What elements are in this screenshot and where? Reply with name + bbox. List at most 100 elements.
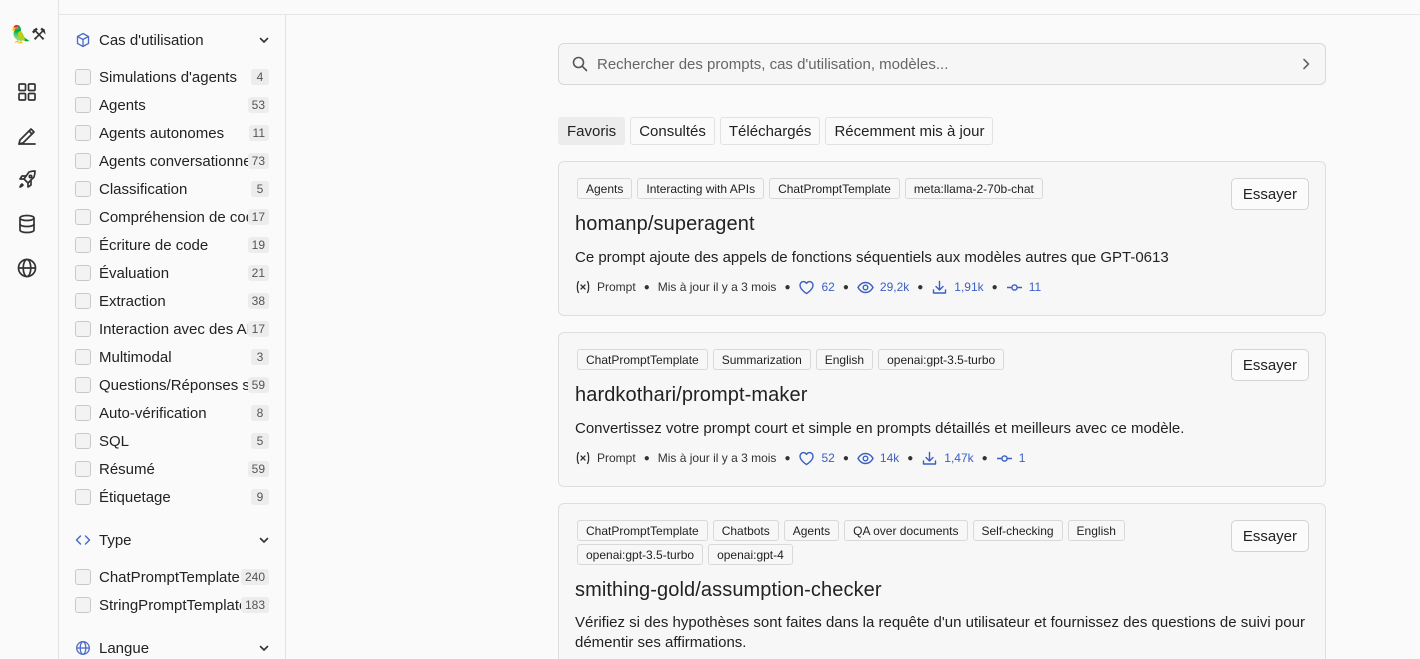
filter-code-understanding[interactable]: Compréhension de code 17 [75,206,269,228]
tag[interactable]: English [815,349,874,370]
checkbox[interactable] [75,377,91,393]
prompt-card[interactable]: ChatPromptTemplate Chatbots Agents QA ov… [558,503,1326,659]
card-title[interactable]: homanp/superagent [575,213,755,236]
forks-count: 11 [1028,280,1042,294]
chevron-down-icon[interactable] [257,533,271,547]
search-input[interactable] [597,55,1297,73]
try-button[interactable]: Essayer [1230,520,1309,552]
prompt-card[interactable]: ChatPromptTemplate Summarization English… [558,332,1326,487]
separator: ● [842,281,849,293]
filter-conversational-agents[interactable]: Agents conversationnels 73 [75,150,269,172]
card-title[interactable]: hardkothari/prompt-maker [575,384,808,407]
filter-count: 59 [247,461,269,477]
chevron-down-icon[interactable] [257,33,271,47]
filter-evaluation[interactable]: Évaluation 21 [75,262,269,284]
prompt-card[interactable]: Agents Interacting with APIs ChatPromptT… [558,161,1326,316]
checkbox[interactable] [75,597,91,613]
card-title[interactable]: smithing-gold/assumption-checker [575,579,882,602]
try-button[interactable]: Essayer [1230,178,1309,210]
filter-sql[interactable]: SQL 5 [75,430,269,452]
checkbox[interactable] [75,489,91,505]
grid-icon[interactable] [15,80,39,104]
tag[interactable]: meta:llama-2-70b-chat [904,178,1043,199]
filter-self-checking[interactable]: Auto-vérification 8 [75,402,269,424]
checkbox[interactable] [75,125,91,141]
tag[interactable]: Self-checking [972,520,1063,541]
checkbox[interactable] [75,569,91,585]
tag[interactable]: Agents [783,520,840,541]
prompt-kind: Prompt [597,280,636,294]
try-button[interactable]: Essayer [1230,349,1309,381]
filter-document-qa[interactable]: Questions/Réponses sur documents59 [75,374,269,396]
heart-icon[interactable] [798,279,815,296]
globe-icon[interactable] [15,256,39,280]
tag[interactable]: English [1067,520,1125,541]
tag[interactable]: Interacting with APIs [637,178,765,199]
filter-label: Écriture de code [99,236,209,254]
checkbox[interactable] [75,293,91,309]
checkbox[interactable] [75,405,91,421]
tag[interactable]: ChatPromptTemplate [577,520,708,541]
checkbox[interactable] [75,181,91,197]
tab-recently-updated[interactable]: Récemment mis à jour [825,117,994,145]
filter-agents[interactable]: Agents 53 [75,94,269,116]
tag[interactable]: ChatPromptTemplate [769,178,900,199]
checkbox[interactable] [75,153,91,169]
filter-code-writing[interactable]: Écriture de code 19 [75,234,269,256]
filter-multimodal[interactable]: Multimodal 3 [75,346,269,368]
filter-count: 38 [247,293,269,309]
tag[interactable]: QA over documents [844,520,968,541]
filter-tagging[interactable]: Étiquetage 9 [75,486,269,508]
checkbox[interactable] [75,97,91,113]
pencil-icon[interactable] [15,124,39,148]
checkbox[interactable] [75,461,91,477]
filter-count: 21 [247,265,269,281]
download-icon [931,279,948,296]
filter-classification[interactable]: Classification 5 [75,178,269,200]
filter-count: 3 [251,349,269,365]
checkbox[interactable] [75,433,91,449]
tag[interactable]: Chatbots [712,520,779,541]
tag[interactable]: openai:gpt-3.5-turbo [577,544,704,565]
filter-label: Évaluation [99,264,170,282]
filter-extraction[interactable]: Extraction 38 [75,290,269,312]
tag[interactable]: Agents [577,178,633,199]
heart-icon[interactable] [798,450,815,467]
chevron-down-icon[interactable] [257,641,271,655]
sort-tabs: Favoris Consultés Téléchargés Récemment … [558,117,994,145]
variable-icon [575,450,591,466]
checkbox[interactable] [75,265,91,281]
filter-label: SQL [99,432,130,450]
checkbox[interactable] [75,349,91,365]
tag[interactable]: openai:gpt-3.5-turbo [878,349,1005,370]
filter-api-interaction[interactable]: Interaction avec des APIs17 [75,318,269,340]
filter-agent-simulations[interactable]: Simulations d'agents 4 [75,66,269,88]
database-icon[interactable] [15,212,39,236]
rocket-icon[interactable] [15,168,39,192]
checkbox[interactable] [75,237,91,253]
tag[interactable]: ChatPromptTemplate [577,349,708,370]
tab-downloaded[interactable]: Téléchargés [719,117,821,145]
tab-favorites[interactable]: Favoris [558,117,626,145]
tag[interactable]: openai:gpt-4 [708,544,793,565]
filter-summary[interactable]: Résumé 59 [75,458,269,480]
filter-autonomous-agents[interactable]: Agents autonomes 11 [75,122,269,144]
tab-viewed[interactable]: Consultés [630,117,715,145]
langchain-logo-icon[interactable]: 🦜⚒ [10,25,46,45]
search-bar[interactable] [558,43,1326,85]
filter-chat-prompt-template[interactable]: ChatPromptTemplate 240 [75,566,269,588]
eye-icon [857,279,874,296]
filter-count: 11 [248,125,269,141]
tag[interactable]: Summarization [712,349,811,370]
separator: ● [907,452,914,464]
chevron-right-icon[interactable] [1297,55,1315,73]
type-section-header[interactable]: Type [75,528,271,552]
checkbox[interactable] [75,321,91,337]
checkbox[interactable] [75,209,91,225]
code-brackets-icon [75,532,91,548]
filter-string-prompt-template[interactable]: StringPromptTemplate 183 [75,594,269,616]
use-cases-section-header[interactable]: Cas d'utilisation [75,28,271,52]
checkbox[interactable] [75,69,91,85]
language-section-header[interactable]: Langue [75,636,271,659]
top-bar [0,0,1420,15]
